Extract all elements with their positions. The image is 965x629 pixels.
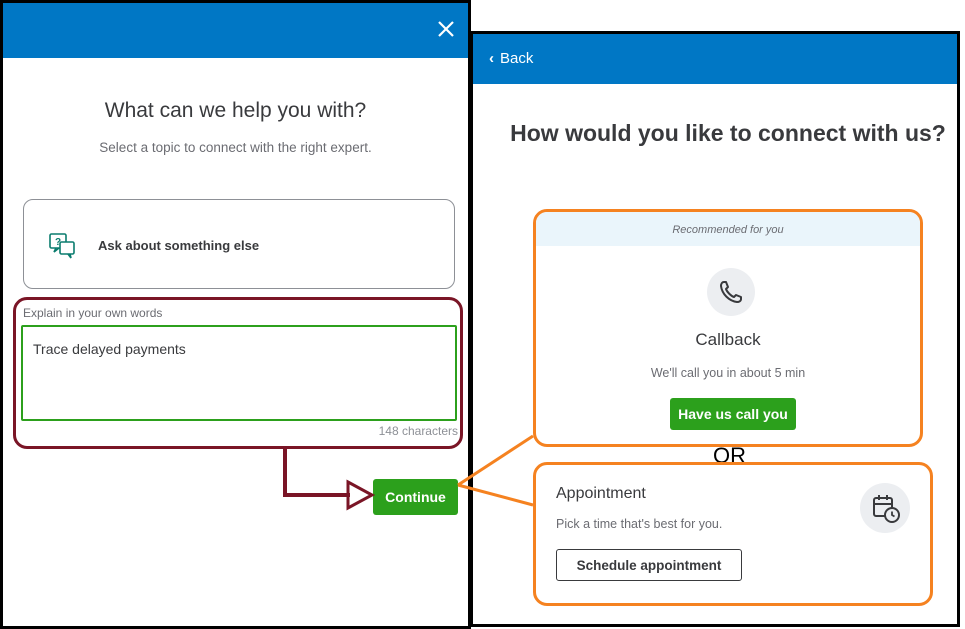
character-count: 148 characters: [378, 424, 458, 438]
topic-card-something-else[interactable]: ? Ask about something else: [23, 199, 455, 289]
back-button[interactable]: ‹ Back: [489, 50, 533, 67]
topic-label: Ask about something else: [98, 238, 260, 253]
callback-title: Callback: [695, 330, 761, 349]
explain-label: Explain in your own words: [23, 306, 163, 320]
continue-button[interactable]: Continue: [373, 479, 458, 515]
recommended-banner: Recommended for you: [536, 212, 920, 246]
schedule-appointment-button[interactable]: Schedule appointment: [556, 549, 742, 581]
phone-icon-wrap: [707, 268, 755, 316]
appointment-description: Pick a time that's best for you.: [556, 517, 723, 531]
callback-card: Recommended for you Callback We'll call …: [533, 209, 923, 447]
appointment-title: Appointment: [556, 485, 646, 502]
close-icon[interactable]: [432, 15, 460, 43]
have-us-call-you-button[interactable]: Have us call you: [670, 398, 796, 430]
callback-description: We'll call you in about 5 min: [650, 366, 806, 380]
page-title: How would you like to connect with us?: [510, 120, 946, 146]
back-label: Back: [500, 50, 534, 67]
calendar-clock-icon: [873, 495, 900, 523]
connect-method-panel: ‹ Back How would you like to connect with…: [470, 31, 960, 627]
page-title: What can we help you with?: [104, 99, 367, 122]
help-topic-panel: What can we help you with? Select a topi…: [0, 0, 471, 629]
chat-question-icon: ?: [49, 233, 75, 259]
chevron-left-icon: ‹: [489, 50, 494, 67]
phone-icon: [720, 281, 742, 303]
page-subtitle: Select a topic to connect with the right…: [99, 140, 372, 155]
appointment-card: Appointment Pick a time that's best for …: [533, 462, 933, 606]
panel-header: ‹ Back: [473, 34, 957, 84]
panel-header: [3, 3, 468, 58]
explain-textarea[interactable]: Trace delayed payments: [21, 325, 457, 421]
calendar-icon-wrap: [860, 483, 910, 533]
